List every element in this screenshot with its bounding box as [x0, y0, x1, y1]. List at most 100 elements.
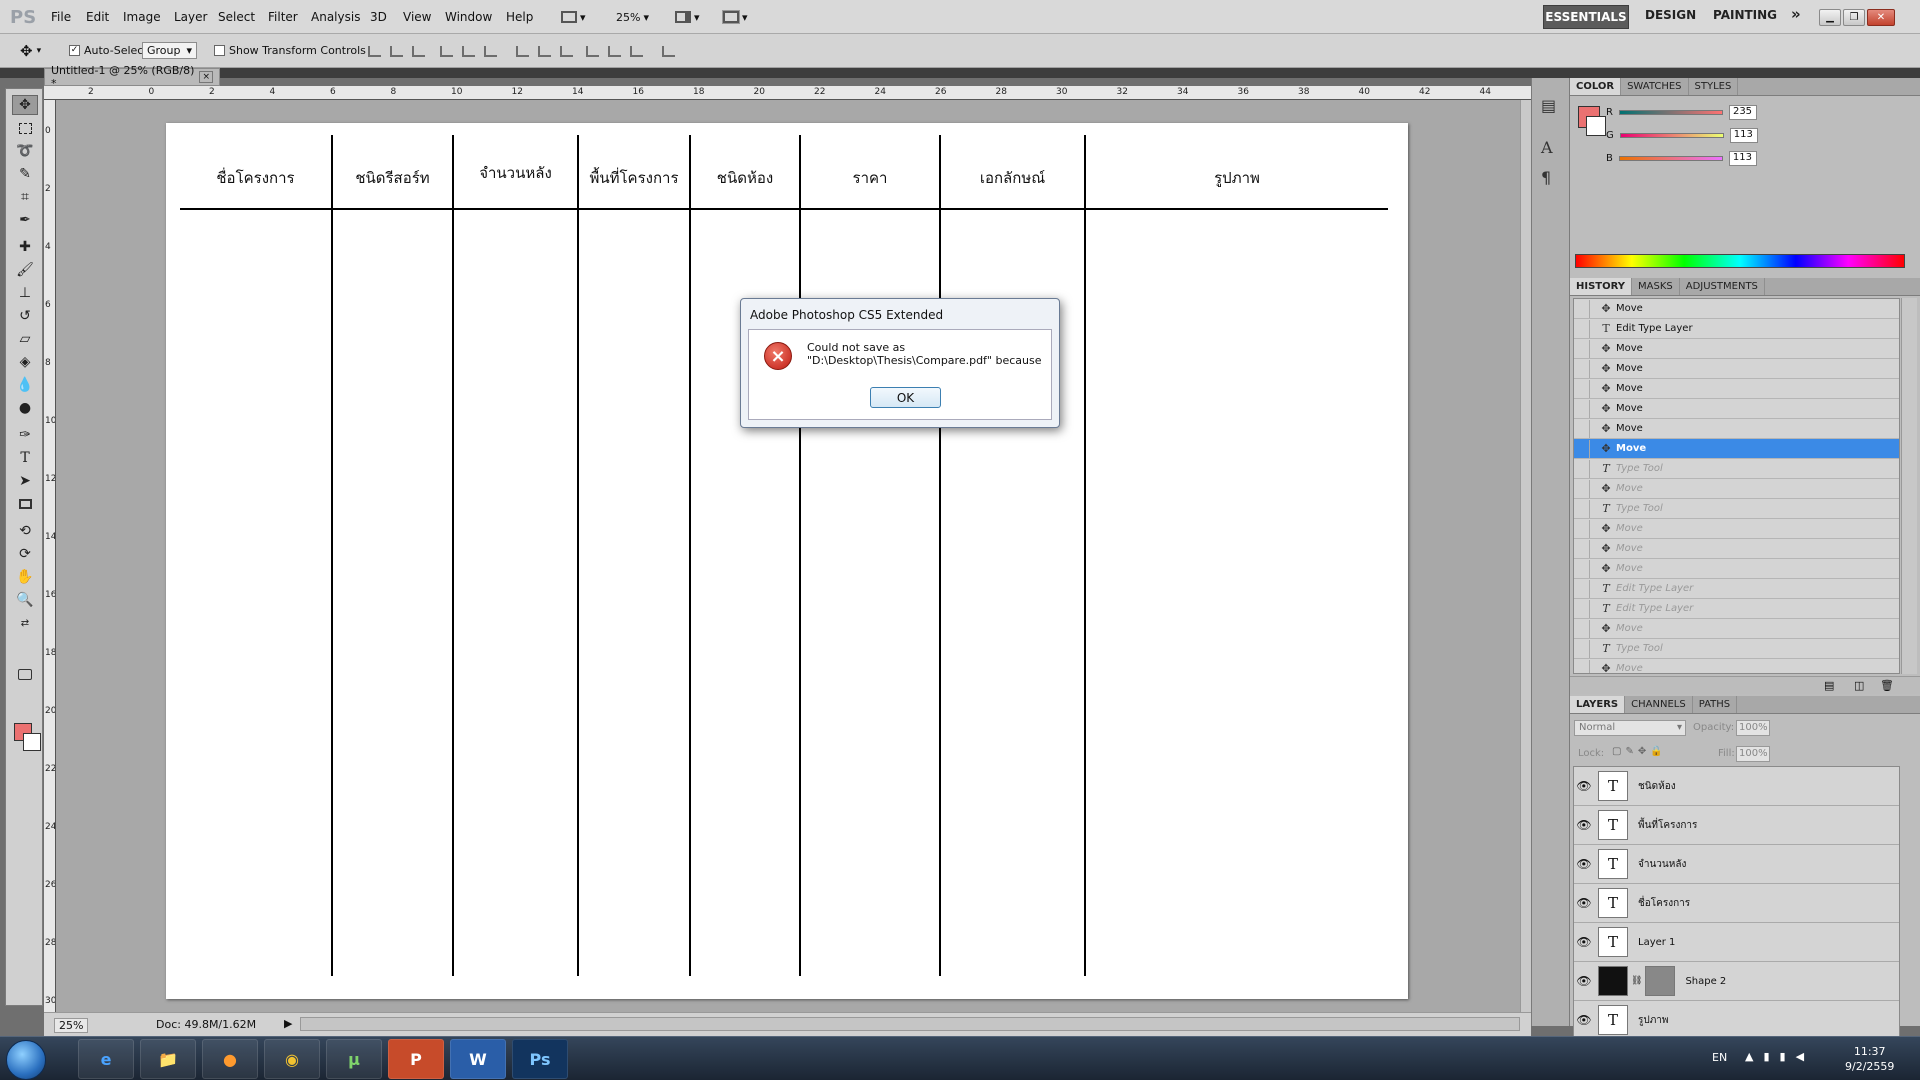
green-value[interactable]: 113	[1729, 127, 1758, 143]
layer-row[interactable]: 👁 T ชื่อโครงการ	[1574, 884, 1899, 923]
hand-tool[interactable]: ✋	[12, 567, 38, 587]
red-slider[interactable]: R 235	[1606, 104, 1757, 120]
close-button[interactable]: ✕	[1867, 9, 1895, 26]
history-snapshot-box[interactable]	[1574, 659, 1590, 673]
document-canvas[interactable]: ชื่อโครงการ ชนิดรีสอร์ท จำนวนหลัง พื้นที…	[166, 123, 1408, 999]
screen-layout-dropdown[interactable]: ▾	[561, 8, 586, 26]
history-item[interactable]: ✥ Move	[1574, 539, 1899, 559]
move-tool[interactable]: ✥	[12, 95, 38, 115]
history-snapshot-box[interactable]	[1574, 399, 1590, 418]
character-icon[interactable]: A	[1541, 138, 1553, 157]
zoom-tool[interactable]: 🔍	[12, 590, 38, 610]
distribute-bottom-icon[interactable]	[560, 46, 573, 57]
blue-track[interactable]	[1618, 155, 1723, 161]
workspace-painting[interactable]: PAINTING	[1713, 8, 1777, 22]
history-snapshot-box[interactable]	[1574, 599, 1590, 618]
taskbar-powerpoint[interactable]: P	[388, 1039, 444, 1079]
lasso-tool[interactable]: ➰	[12, 141, 38, 161]
arrange-docs-dropdown[interactable]: ▾	[675, 8, 700, 26]
menu-help[interactable]: Help	[506, 10, 533, 24]
history-brush-tool[interactable]: ↺	[12, 306, 38, 326]
history-item[interactable]: ✥ Move	[1574, 659, 1899, 673]
history-item[interactable]: T Edit Type Layer	[1574, 599, 1899, 619]
history-scrollbar[interactable]	[1901, 298, 1917, 674]
align-right-icon[interactable]	[484, 46, 497, 57]
history-snapshot-box[interactable]	[1574, 479, 1590, 498]
menu-window[interactable]: Window	[445, 10, 492, 24]
history-snapshot-box[interactable]	[1574, 359, 1590, 378]
history-snapshot-box[interactable]	[1574, 459, 1590, 478]
auto-select-dropdown[interactable]: Group ▾	[142, 42, 198, 59]
menu-view[interactable]: View	[403, 10, 431, 24]
history-item[interactable]: ✥ Move	[1574, 559, 1899, 579]
color-bg-swatch[interactable]	[1586, 116, 1606, 136]
taskbar-firefox[interactable]: ●	[202, 1039, 258, 1079]
history-item[interactable]: ✥ Move	[1574, 339, 1899, 359]
navigator-icon[interactable]: ▤	[1541, 96, 1556, 115]
red-track[interactable]	[1618, 109, 1723, 115]
eye-icon[interactable]: 👁	[1574, 974, 1594, 988]
background-color[interactable]	[23, 733, 41, 751]
history-snapshot-box[interactable]	[1574, 579, 1590, 598]
history-item[interactable]: ✥ Move	[1574, 619, 1899, 639]
paint-bucket-tool[interactable]: ◈	[12, 352, 38, 372]
panel-tab-history[interactable]: HISTORY	[1570, 278, 1633, 295]
history-item[interactable]: ✥ Move	[1574, 519, 1899, 539]
panel-tab-paths[interactable]: PATHS	[1693, 696, 1738, 713]
auto-select-checkbox[interactable]: ✓ Auto-Select:	[69, 44, 151, 57]
panel-tab-swatches[interactable]: SWATCHES	[1621, 78, 1689, 95]
history-snapshot-box[interactable]	[1574, 559, 1590, 578]
distribute-right-icon[interactable]	[630, 46, 643, 57]
taskbar-photoshop[interactable]: Ps	[512, 1039, 568, 1079]
screen-mode-dropdown[interactable]: ▾	[722, 8, 748, 26]
menu-image[interactable]: Image	[123, 10, 161, 24]
language-indicator[interactable]: EN	[1712, 1051, 1727, 1064]
quick-select-tool[interactable]: ✎	[12, 164, 38, 184]
tray-icons[interactable]: ▲▮▮◀	[1745, 1050, 1814, 1063]
history-snapshot-box[interactable]	[1574, 339, 1590, 358]
menu-analysis[interactable]: Analysis	[311, 10, 360, 24]
layer-row[interactable]: 👁 T พื้นที่โครงการ	[1574, 806, 1899, 845]
eye-icon[interactable]: 👁	[1574, 818, 1594, 832]
shape-tool[interactable]	[12, 494, 38, 514]
align-vcenter-icon[interactable]	[390, 46, 403, 57]
green-track[interactable]	[1619, 132, 1724, 138]
history-item[interactable]: T Edit Type Layer	[1574, 579, 1899, 599]
distribute-hcenter-icon[interactable]	[608, 46, 621, 57]
blue-value[interactable]: 113	[1728, 150, 1757, 166]
menu-select[interactable]: Select	[218, 10, 255, 24]
layer-row[interactable]: 👁 T จำนวนหลัง	[1574, 845, 1899, 884]
lock-icons[interactable]: ▢✎✥🔒	[1612, 746, 1667, 757]
history-item[interactable]: T Type Tool	[1574, 639, 1899, 659]
green-slider[interactable]: G 113	[1606, 127, 1758, 143]
history-snapshot-box[interactable]	[1574, 439, 1590, 458]
crop-tool[interactable]: ⌗	[12, 187, 38, 207]
distribute-top-icon[interactable]	[516, 46, 529, 57]
type-tool[interactable]: T	[12, 448, 38, 468]
workspace-essentials[interactable]: ESSENTIALS	[1543, 5, 1629, 29]
history-snapshot-box[interactable]	[1574, 299, 1590, 318]
dodge-tool[interactable]: ●	[12, 398, 38, 418]
layer-row[interactable]: 👁 T รูปภาพ	[1574, 1001, 1899, 1040]
3d-rotate-tool[interactable]: ⟲	[12, 521, 38, 541]
history-snapshot-box[interactable]	[1574, 499, 1590, 518]
history-item[interactable]: ✥ Move	[1574, 479, 1899, 499]
history-snapshot-box[interactable]	[1574, 619, 1590, 638]
layer-row[interactable]: 👁 T Layer 1	[1574, 923, 1899, 962]
3d-orbit-tool[interactable]: ⟳	[12, 544, 38, 564]
trash-icon[interactable]: 🗑	[1880, 679, 1894, 692]
panel-tab-layers[interactable]: LAYERS	[1570, 696, 1626, 713]
quick-mask-button[interactable]	[12, 664, 38, 684]
history-item[interactable]: T Type Tool	[1574, 499, 1899, 519]
history-item[interactable]: ✥ Move	[1574, 359, 1899, 379]
panel-tab-channels[interactable]: CHANNELS	[1625, 696, 1693, 713]
minimize-button[interactable]: ▁	[1819, 9, 1841, 26]
blur-tool[interactable]: 💧	[12, 375, 38, 395]
taskbar-utorrent[interactable]: µ	[326, 1039, 382, 1079]
status-menu-arrow[interactable]: ▶	[284, 1017, 292, 1030]
layer-row[interactable]: 👁 ⛓ Shape 2	[1574, 962, 1899, 1001]
color-spectrum[interactable]	[1575, 254, 1905, 268]
workspace-more[interactable]: »	[1791, 5, 1801, 23]
taskbar-ie[interactable]: e	[78, 1039, 134, 1079]
align-top-icon[interactable]	[368, 46, 381, 57]
